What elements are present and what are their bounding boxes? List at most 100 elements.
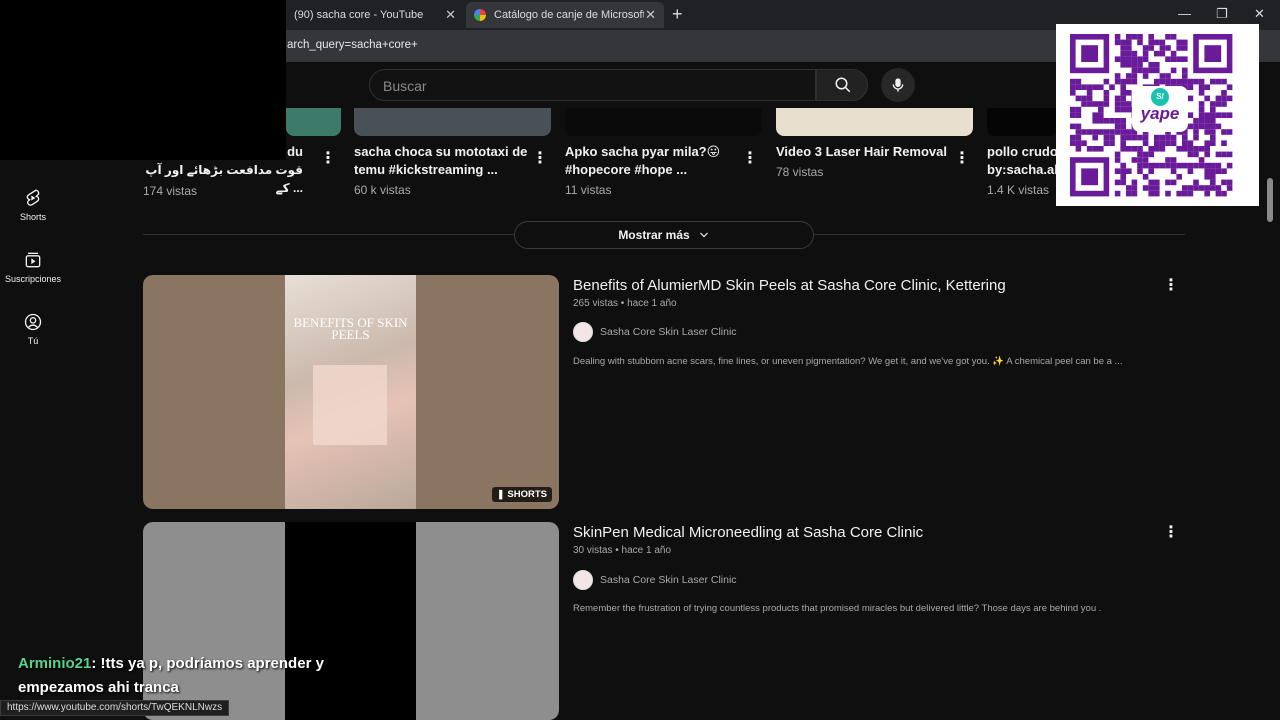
more-options-icon[interactable]: ⋮ [320, 148, 336, 168]
channel-link[interactable]: Sasha Core Skin Laser Clinic [573, 570, 737, 590]
video-thumbnail[interactable]: BENEFITS OF SKIN PEELS ❚ SHORTS [143, 275, 559, 509]
qr-module [1081, 140, 1087, 146]
more-options-icon[interactable]: ⋮ [954, 148, 970, 168]
qr-module [1086, 95, 1093, 102]
result-card[interactable]: sacha choca su mototaxi de temu #kickstr… [354, 143, 529, 197]
qr-module [1114, 129, 1121, 135]
sidebar-item-subscriptions[interactable]: Suscripciones [0, 250, 66, 284]
thumbnail-text-panel [313, 365, 387, 445]
tab-youtube[interactable]: (90) sacha core - YouTube ✕ [286, 2, 464, 28]
search-button[interactable] [816, 69, 868, 101]
new-tab-icon[interactable]: + [672, 4, 683, 25]
qr-module [1187, 190, 1194, 197]
channel-name[interactable]: Sasha Core Skin Laser Clinic [600, 326, 737, 338]
minimize-icon[interactable]: — [1178, 6, 1191, 21]
qr-module [1103, 134, 1110, 141]
video-title[interactable]: Benefits of AlumierMD Skin Peels at Sash… [573, 277, 1006, 294]
sidebar-item-you[interactable]: Tú [0, 312, 66, 346]
qr-module [1075, 78, 1082, 85]
qr-module [1148, 39, 1154, 46]
qr-module [1114, 123, 1121, 130]
video-thumbnail[interactable] [776, 108, 973, 136]
qr-module [1114, 190, 1121, 197]
result-views: 78 vistas [776, 165, 824, 179]
video-thumbnail[interactable] [987, 108, 1057, 136]
video-thumbnail[interactable] [286, 108, 341, 136]
qr-module [1131, 50, 1138, 57]
qr-module [1226, 162, 1233, 169]
qr-module [1103, 129, 1110, 135]
qr-module [1126, 73, 1132, 79]
qr-module [1182, 78, 1188, 85]
qr-module [1170, 162, 1177, 169]
qr-module [1221, 168, 1227, 174]
result-views: 60 k vistas [354, 183, 411, 197]
qr-module [1126, 190, 1132, 197]
qr-module [1159, 78, 1166, 85]
qr-module [1193, 118, 1199, 124]
result-card[interactable]: Video 3 Laser Hair Removal 78 vistas [776, 143, 951, 179]
result-card[interactable]: pollo crudo by:sacha.aly 1.4 K vistas [987, 143, 1057, 197]
more-options-icon[interactable]: ⋮ [532, 148, 548, 168]
qr-module [1210, 179, 1216, 186]
result-card[interactable]: Apko sacha pyar mila?😛 #hopecore #hope .… [565, 143, 740, 197]
qr-finder [1081, 168, 1098, 186]
address-url[interactable]: arch_query=sacha+core+ [287, 39, 418, 51]
close-tab-icon[interactable]: ✕ [445, 7, 456, 23]
qr-module [1092, 129, 1098, 135]
video-thumbnail[interactable] [354, 108, 551, 136]
qr-module [1198, 106, 1205, 113]
maximize-icon[interactable]: ❐ [1216, 6, 1228, 22]
qr-module [1148, 185, 1154, 191]
voice-search-button[interactable] [881, 68, 915, 102]
more-options-icon[interactable]: ⋮ [742, 148, 758, 168]
more-options-icon[interactable]: ⋮ [1163, 522, 1179, 542]
close-tab-icon[interactable]: ✕ [645, 7, 656, 23]
qr-module [1126, 106, 1132, 113]
search-input[interactable]: Buscar [369, 69, 816, 101]
result-title-line1: Video 3 Laser Hair Removal [776, 144, 948, 159]
qr-module [1198, 185, 1205, 191]
video-thumbnail[interactable] [565, 108, 762, 136]
sidebar-item-shorts[interactable]: Shorts [0, 188, 66, 222]
qr-module [1075, 84, 1082, 90]
qr-module [1148, 67, 1154, 74]
qr-module [1148, 190, 1154, 197]
qr-module [1131, 78, 1138, 85]
qr-module [1075, 129, 1082, 135]
qr-module [1193, 179, 1199, 186]
qr-module [1154, 140, 1160, 146]
qr-module [1187, 146, 1194, 152]
channel-name[interactable]: Sasha Core Skin Laser Clinic [600, 574, 737, 586]
qr-module [1170, 50, 1177, 57]
qr-module [1182, 67, 1188, 74]
video-meta: 265 vistas • hace 1 año [573, 298, 677, 309]
qr-module [1210, 140, 1216, 146]
qr-module [1210, 123, 1216, 130]
qr-module [1137, 162, 1143, 169]
qr-module [1120, 106, 1126, 113]
qr-module [1103, 118, 1110, 124]
qr-module [1109, 134, 1115, 141]
close-window-icon[interactable]: ✕ [1254, 6, 1265, 22]
qr-module [1204, 146, 1210, 152]
tab-microsoft-rewards[interactable]: Catálogo de canje de Microsoft R ✕ [466, 2, 664, 28]
show-more-button[interactable]: Mostrar más [514, 221, 814, 249]
result-title-line1: pollo crudo [987, 144, 1057, 159]
video-title[interactable]: SkinPen Medical Microneedling at Sasha C… [573, 524, 923, 541]
channel-avatar[interactable] [573, 570, 593, 590]
qr-module [1120, 123, 1126, 130]
qr-module [1210, 112, 1216, 118]
scrollbar-thumb[interactable] [1267, 178, 1273, 222]
qr-module [1154, 39, 1160, 46]
qr-module [1215, 168, 1222, 174]
channel-link[interactable]: Sasha Core Skin Laser Clinic [573, 322, 737, 342]
show-more-label: Mostrar más [618, 228, 690, 242]
qr-module [1159, 146, 1166, 152]
page-scrollbar[interactable] [1264, 62, 1280, 720]
qr-module [1182, 56, 1188, 62]
channel-avatar[interactable] [573, 322, 593, 342]
qr-module [1154, 185, 1160, 191]
more-options-icon[interactable]: ⋮ [1163, 275, 1179, 295]
chevron-down-icon [699, 232, 708, 238]
